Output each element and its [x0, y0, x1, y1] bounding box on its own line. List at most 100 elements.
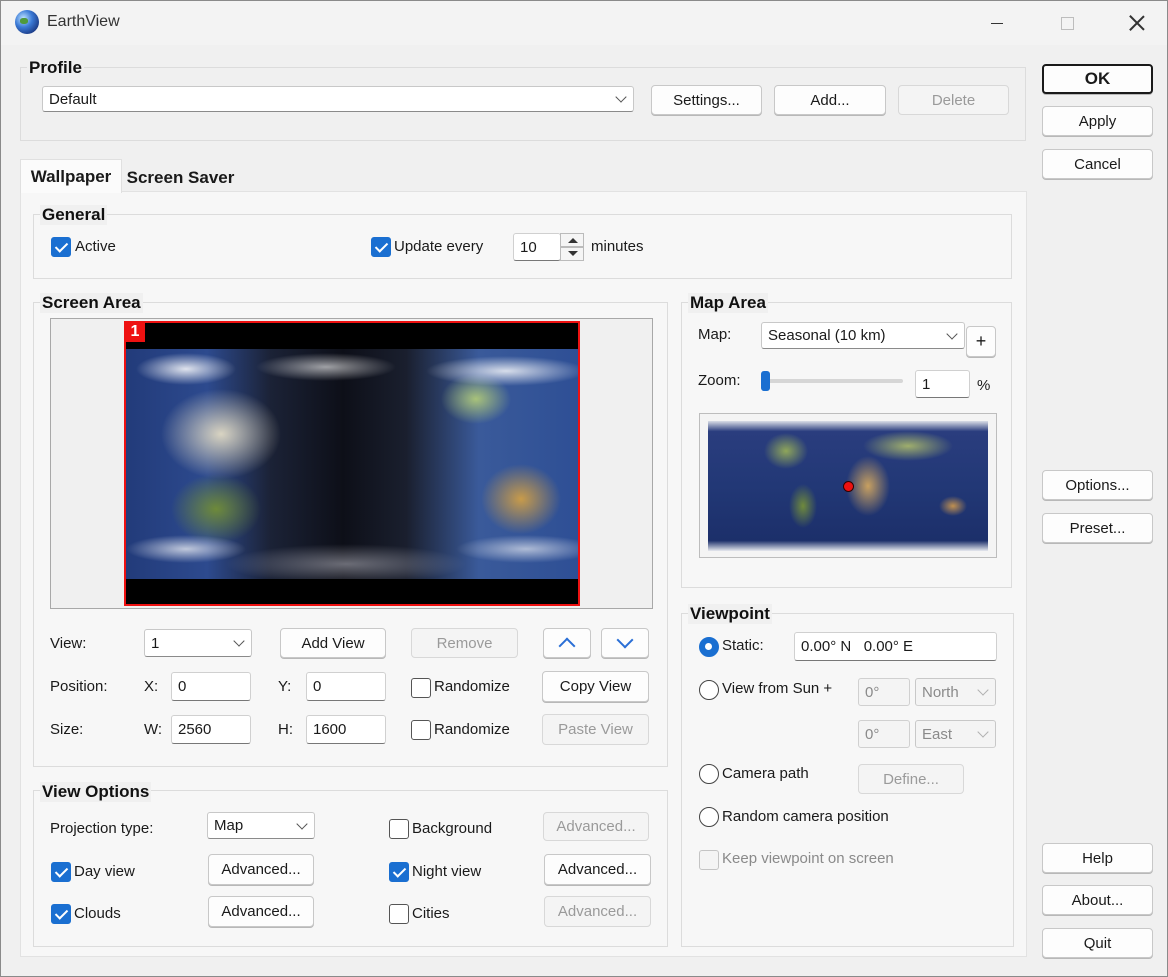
clouds-label: Clouds: [74, 905, 121, 922]
tab-screen-saver[interactable]: Screen Saver: [122, 163, 239, 193]
close-icon: [1129, 15, 1145, 31]
profile-title: Profile: [27, 58, 84, 78]
active-checkbox[interactable]: [51, 237, 71, 257]
chevron-down-icon: [977, 726, 989, 738]
zoom-input[interactable]: 1: [915, 370, 970, 398]
define-camera-path-button[interactable]: Define...: [858, 764, 964, 794]
view-from-sun-label: View from Sun +: [722, 680, 833, 697]
view-options-title: View Options: [40, 782, 152, 802]
viewpoint-title: Viewpoint: [688, 604, 772, 624]
screen-area-title: Screen Area: [40, 293, 143, 313]
ok-button[interactable]: OK: [1042, 64, 1153, 94]
settings-button[interactable]: Settings...: [651, 85, 762, 115]
options-button[interactable]: Options...: [1042, 470, 1153, 500]
update-every-label: Update every: [394, 238, 484, 255]
monitor-number-badge: 1: [125, 322, 145, 342]
minimize-button[interactable]: [967, 1, 1027, 45]
static-coordinates-input[interactable]: 0.00° N 0.00° E: [794, 632, 997, 661]
update-interval-stepper[interactable]: [560, 233, 584, 261]
view-select[interactable]: 1: [144, 629, 252, 657]
move-view-up-button[interactable]: [543, 628, 591, 658]
monitor-preview[interactable]: [124, 321, 580, 606]
help-button[interactable]: Help: [1042, 843, 1153, 873]
maximize-button[interactable]: [1037, 1, 1097, 45]
camera-path-radio[interactable]: [699, 764, 719, 784]
about-button[interactable]: About...: [1042, 885, 1153, 915]
night-view-checkbox[interactable]: [389, 862, 409, 882]
delete-profile-button[interactable]: Delete: [898, 85, 1009, 115]
position-label: Position:: [50, 678, 108, 695]
update-interval-input[interactable]: 10: [513, 233, 561, 261]
x-input[interactable]: 0: [171, 672, 251, 701]
quit-button[interactable]: Quit: [1042, 928, 1153, 958]
stepper-up-icon[interactable]: [560, 233, 584, 247]
profile-select[interactable]: Default: [42, 86, 634, 112]
zoom-slider-thumb[interactable]: [761, 371, 770, 391]
zoom-label: Zoom:: [698, 372, 741, 389]
day-view-checkbox[interactable]: [51, 862, 71, 882]
arrow-up-icon: [558, 637, 576, 655]
keep-viewpoint-label: Keep viewpoint on screen: [722, 850, 894, 867]
keep-viewpoint-checkbox[interactable]: [699, 850, 719, 870]
stepper-down-icon[interactable]: [560, 247, 584, 261]
projection-type-select[interactable]: Map: [207, 812, 315, 839]
zoom-unit: %: [977, 377, 991, 394]
add-profile-button[interactable]: Add...: [774, 85, 886, 115]
cities-label: Cities: [412, 905, 450, 922]
sun-latitude-direction-select[interactable]: North: [915, 678, 996, 706]
background-checkbox[interactable]: [389, 819, 409, 839]
map-select[interactable]: Seasonal (10 km): [761, 322, 965, 349]
earth-wallpaper-preview: [126, 349, 578, 579]
randomize-size-checkbox[interactable]: [411, 720, 431, 740]
add-view-button[interactable]: Add View: [280, 628, 386, 658]
apply-button[interactable]: Apply: [1042, 106, 1153, 136]
earthview-window: EarthView Profile Default Settings... Ad…: [0, 0, 1168, 977]
clouds-checkbox[interactable]: [51, 904, 71, 924]
randomize-position-checkbox[interactable]: [411, 678, 431, 698]
minimize-icon: [991, 22, 1003, 24]
view-label: View:: [50, 635, 87, 652]
update-every-checkbox[interactable]: [371, 237, 391, 257]
chevron-down-icon: [946, 327, 958, 340]
viewpoint-marker: [843, 481, 854, 492]
sun-longitude-direction-select[interactable]: East: [915, 720, 996, 748]
night-view-advanced-button[interactable]: Advanced...: [544, 854, 651, 885]
add-map-button[interactable]: +: [966, 326, 996, 357]
sun-longitude-direction-value: East: [922, 725, 953, 743]
y-label: Y:: [278, 678, 292, 695]
cities-advanced-button[interactable]: Advanced...: [544, 896, 651, 927]
maximize-icon: [1060, 16, 1074, 30]
zoom-slider-track[interactable]: [763, 379, 903, 383]
chevron-down-icon: [615, 91, 627, 103]
cities-checkbox[interactable]: [389, 904, 409, 924]
window-title: EarthView: [47, 13, 120, 30]
height-input[interactable]: 1600: [306, 715, 386, 744]
preset-button[interactable]: Preset...: [1042, 513, 1153, 543]
map-label: Map:: [698, 326, 732, 343]
sun-latitude-input[interactable]: 0°: [858, 678, 910, 706]
day-view-advanced-button[interactable]: Advanced...: [208, 854, 314, 885]
close-button[interactable]: [1107, 1, 1167, 45]
view-select-value: 1: [151, 634, 160, 652]
cancel-button[interactable]: Cancel: [1042, 149, 1153, 179]
background-advanced-button[interactable]: Advanced...: [543, 812, 649, 841]
random-camera-radio[interactable]: [699, 807, 719, 827]
copy-view-button[interactable]: Copy View: [542, 671, 649, 702]
randomize-position-label: Randomize: [434, 678, 510, 695]
clouds-advanced-button[interactable]: Advanced...: [208, 896, 314, 927]
static-label: Static:: [722, 637, 764, 654]
y-input[interactable]: 0: [306, 672, 386, 701]
title-bar: EarthView: [1, 1, 1167, 45]
update-unit-label: minutes: [591, 238, 644, 255]
tab-wallpaper[interactable]: Wallpaper: [20, 159, 122, 193]
width-input[interactable]: 2560: [171, 715, 251, 744]
static-radio[interactable]: [699, 637, 719, 657]
view-from-sun-radio[interactable]: [699, 680, 719, 700]
paste-view-button[interactable]: Paste View: [542, 714, 649, 745]
sun-longitude-input[interactable]: 0°: [858, 720, 910, 748]
chevron-down-icon: [233, 635, 245, 647]
projection-type-value: Map: [214, 817, 244, 834]
chevron-down-icon: [977, 684, 989, 696]
remove-view-button[interactable]: Remove: [411, 628, 518, 658]
move-view-down-button[interactable]: [601, 628, 649, 658]
